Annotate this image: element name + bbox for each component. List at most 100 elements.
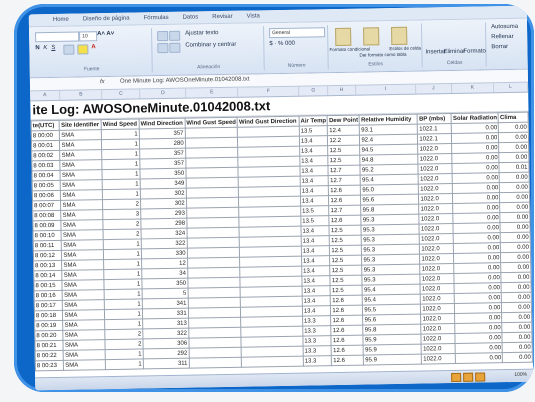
table-cell[interactable]: 13.4 [301, 245, 330, 257]
table-cell[interactable]: 13.4 [300, 195, 330, 207]
table-cell[interactable] [188, 357, 242, 369]
font-size-combo[interactable]: 10 [79, 31, 98, 42]
table-cell[interactable]: 12.5 [328, 145, 361, 156]
tab-view[interactable]: Vista [247, 13, 260, 19]
header-cell[interactable]: Clima [498, 112, 529, 123]
table-cell[interactable]: 12.6 [330, 295, 363, 306]
table-cell[interactable]: 0.00 [500, 212, 530, 223]
table-cell[interactable]: 0.00 [501, 282, 532, 293]
table-cell[interactable]: 0.00 [502, 322, 532, 333]
table-cell[interactable]: 0.00 [501, 302, 532, 313]
format-as-table-icon[interactable] [363, 27, 380, 46]
table-cell[interactable]: 12.7 [328, 175, 361, 186]
table-cell[interactable]: 1 [105, 358, 144, 370]
tab-formulas[interactable]: Fórmulas [144, 15, 169, 21]
table-cell[interactable]: 13.3 [303, 355, 332, 367]
column-letter[interactable]: C [102, 89, 141, 100]
fx-icon[interactable]: fx [100, 79, 105, 85]
table-cell[interactable]: 13.4 [302, 295, 331, 307]
table-cell[interactable]: 12.2 [327, 135, 361, 146]
table-cell[interactable]: 13.4 [301, 255, 331, 267]
table-cell[interactable]: 1 [103, 278, 142, 290]
table-cell[interactable]: 8 00:13 [33, 260, 63, 271]
table-cell[interactable]: 8 00:05 [32, 180, 61, 191]
table-cell[interactable]: 8 00:23 [35, 360, 64, 371]
table-cell[interactable]: 0.00 [455, 352, 503, 364]
table-cell[interactable]: 311 [143, 358, 190, 369]
tab-home[interactable]: Home [53, 17, 69, 23]
table-cell[interactable]: 1022.0 [417, 143, 453, 155]
table-cell[interactable]: 13.4 [299, 135, 329, 147]
table-cell[interactable]: 0.00 [502, 332, 533, 343]
merge-center-button[interactable]: Combinar y centrar [185, 42, 236, 49]
table-cell[interactable]: 0.00 [499, 152, 529, 163]
table-cell[interactable]: 12.5 [330, 275, 363, 286]
table-cell[interactable]: 8 00:12 [33, 250, 62, 261]
table-cell[interactable]: 3 [102, 208, 141, 220]
table-cell[interactable]: 8 00:08 [32, 210, 62, 221]
table-cell[interactable]: 13.4 [301, 285, 331, 297]
table-cell[interactable]: SMA [63, 359, 106, 371]
table-cell[interactable]: 12.7 [328, 165, 361, 176]
table-cell[interactable]: 8 00:11 [33, 240, 62, 251]
wrap-text-button[interactable]: Ajustar texto [185, 30, 218, 37]
table-cell[interactable]: 1022.0 [421, 343, 456, 355]
table-cell[interactable]: 13.3 [302, 335, 332, 347]
table-cell[interactable]: 0.00 [499, 172, 530, 183]
table-cell[interactable]: 1 [102, 178, 141, 190]
table-cell[interactable]: 0.00 [500, 242, 531, 253]
table-cell[interactable]: 0.00 [501, 262, 531, 273]
table-cell[interactable]: 12.6 [331, 355, 364, 366]
table-cell[interactable]: 0.00 [501, 272, 532, 283]
tab-review[interactable]: Revisar [212, 14, 232, 20]
table-cell[interactable]: 8 00:22 [35, 350, 64, 361]
header-cell[interactable]: Dew Point [327, 115, 360, 126]
header-cell[interactable]: BP (mbs) [417, 113, 452, 125]
header-cell[interactable]: Wind Speed [101, 118, 140, 130]
table-cell[interactable]: 1 [103, 248, 142, 260]
table-cell[interactable]: 1 [101, 148, 140, 160]
underline-icon[interactable]: S [51, 45, 55, 51]
autosum-button[interactable]: Autosuma [491, 24, 518, 30]
conditional-format-icon[interactable] [335, 27, 352, 47]
table-cell[interactable]: 1022.0 [420, 263, 455, 275]
table-cell[interactable]: 2 [104, 328, 143, 340]
table-cell[interactable]: 1022.0 [418, 163, 453, 175]
format-button[interactable]: Formato [463, 48, 485, 54]
table-cell[interactable]: 1022.0 [421, 353, 456, 365]
page-layout-view-icon[interactable] [463, 372, 474, 382]
table-cell[interactable]: 8 00:16 [34, 290, 63, 301]
table-cell[interactable]: 13.4 [301, 275, 331, 287]
table-cell[interactable]: 1 [104, 308, 143, 320]
table-cell[interactable]: 13.4 [300, 185, 329, 197]
table-cell[interactable]: 0.00 [501, 312, 532, 323]
table-cell[interactable]: 8 00:19 [34, 320, 64, 331]
table-cell[interactable]: 8 00:09 [32, 220, 62, 231]
table-cell[interactable]: 8 00:20 [34, 330, 64, 341]
table-cell[interactable]: 1022.0 [419, 243, 454, 255]
page-break-view-icon[interactable] [475, 372, 486, 382]
table-cell[interactable]: 2 [105, 338, 143, 350]
table-cell[interactable]: 13.4 [301, 265, 331, 277]
table-cell[interactable]: 95.9 [363, 354, 422, 366]
column-letter[interactable]: F [238, 86, 300, 97]
table-cell[interactable]: 8 00:02 [31, 150, 61, 161]
fill-button[interactable]: Rellenar [491, 34, 513, 40]
borders-icon[interactable] [63, 44, 75, 55]
table-cell[interactable]: 0.00 [500, 232, 531, 243]
table-cell[interactable]: 13.3 [302, 325, 332, 337]
table-cell[interactable]: 0.00 [498, 122, 529, 133]
table-cell[interactable]: 1 [104, 318, 143, 330]
column-letter[interactable]: I [356, 84, 416, 95]
table-cell[interactable]: 1 [102, 168, 141, 180]
column-letter[interactable]: H [327, 85, 357, 96]
italic-icon[interactable]: K [43, 45, 47, 51]
table-cell[interactable]: 1022.1 [417, 123, 452, 135]
table-cell[interactable]: 13.5 [300, 215, 330, 227]
table-cell[interactable]: 1022.0 [419, 213, 454, 225]
table-cell[interactable]: 1022.0 [419, 223, 454, 235]
table-cell[interactable]: 13.5 [300, 205, 330, 217]
cell-styles-icon[interactable] [391, 26, 408, 46]
table-cell[interactable]: 1 [103, 258, 142, 270]
tab-data[interactable]: Datos [183, 14, 199, 20]
